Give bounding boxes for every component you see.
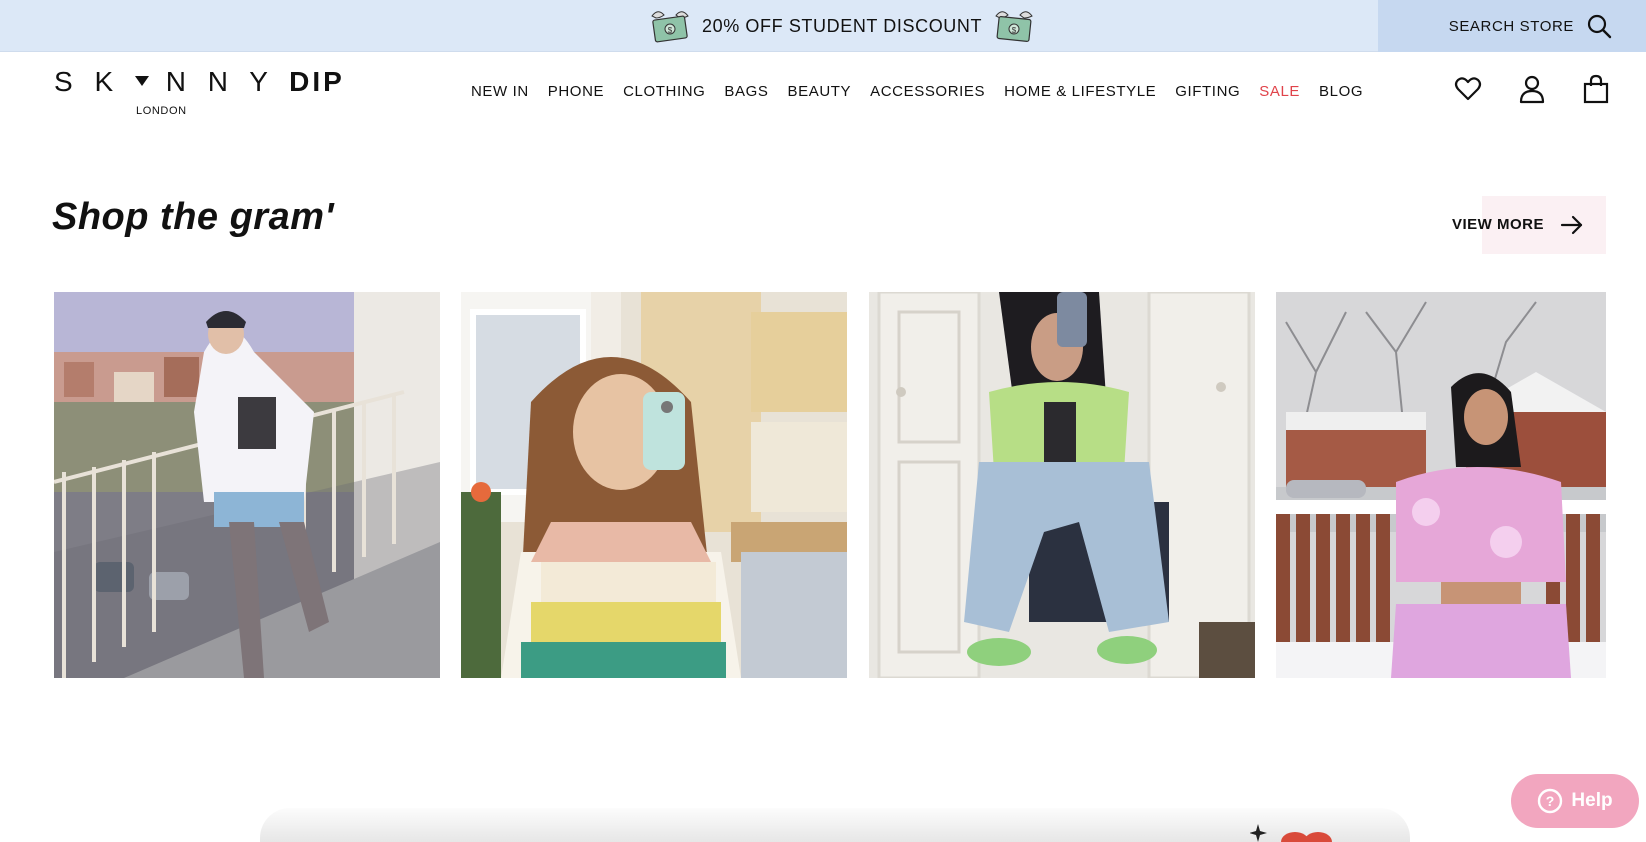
search-store-button[interactable]: SEARCH STORE [1378,0,1646,52]
gallery-photo[interactable] [54,292,440,678]
logo-subtext: LONDON [136,105,187,117]
nav-item-home-lifestyle[interactable]: HOME & LIFESTYLE [1004,83,1156,100]
nav-item-clothing[interactable]: CLOTHING [623,83,705,100]
header-actions [1454,74,1610,104]
nav-item-sale[interactable]: SALE [1259,83,1300,100]
footer-banner-edge [260,808,1410,842]
site-header: S K N N Y DIP LONDON NEW IN PHONE CLOTHI… [0,52,1646,130]
arrow-right-icon [1560,215,1583,235]
sparkle-decoration-icon [1250,824,1332,842]
svg-text:?: ? [1546,793,1555,809]
nav-item-bags[interactable]: BAGS [724,83,768,100]
logo[interactable]: S K N N Y DIP LONDON [54,66,342,122]
nav-item-gifting[interactable]: GIFTING [1175,83,1240,100]
promo-bar: $ 20% OFF STUDENT DISCOUNT $ SEARCH STOR… [0,0,1646,52]
photo-striped-vest-selfie [461,292,847,678]
view-more-label: VIEW MORE [1452,216,1545,233]
nav-item-accessories[interactable]: ACCESSORIES [870,83,985,100]
bag-icon[interactable] [1582,74,1610,104]
money-with-wings-icon: $ [651,11,689,43]
nav-item-phone[interactable]: PHONE [548,83,604,100]
promo-banner[interactable]: $ 20% OFF STUDENT DISCOUNT $ [648,0,1036,52]
svg-text:$: $ [1012,26,1017,35]
help-label: Help [1571,790,1613,811]
nav-item-new-in[interactable]: NEW IN [471,83,529,100]
search-icon [1587,14,1612,39]
view-more-button[interactable]: VIEW MORE [1450,196,1606,254]
search-store-label: SEARCH STORE [1448,17,1574,35]
question-icon: ? [1538,788,1563,814]
nav-item-beauty[interactable]: BEAUTY [788,83,852,100]
main-nav: NEW IN PHONE CLOTHING BAGS BEAUTY ACCESS… [471,52,1382,130]
section-title: Shop the gram' [52,196,335,238]
promo-text: 20% OFF STUDENT DISCOUNT [702,15,983,36]
photo-snow-tie-dye [1276,292,1606,678]
instagram-gallery [54,292,1606,678]
logo-wordmark: S K N N Y DIP [54,66,345,97]
money-with-wings-icon: $ [995,11,1033,43]
svg-text:$: $ [668,26,673,35]
gallery-photo[interactable] [869,292,1255,678]
gallery-photo[interactable] [1276,292,1606,678]
photo-mirror-selfie-seated [869,292,1255,678]
account-icon[interactable] [1518,74,1546,104]
nav-item-blog[interactable]: BLOG [1319,83,1363,100]
gallery-photo[interactable] [461,292,847,678]
help-button[interactable]: ? Help [1511,774,1639,828]
photo-balcony-hoodie [54,292,440,678]
heart-icon[interactable] [1454,74,1482,104]
